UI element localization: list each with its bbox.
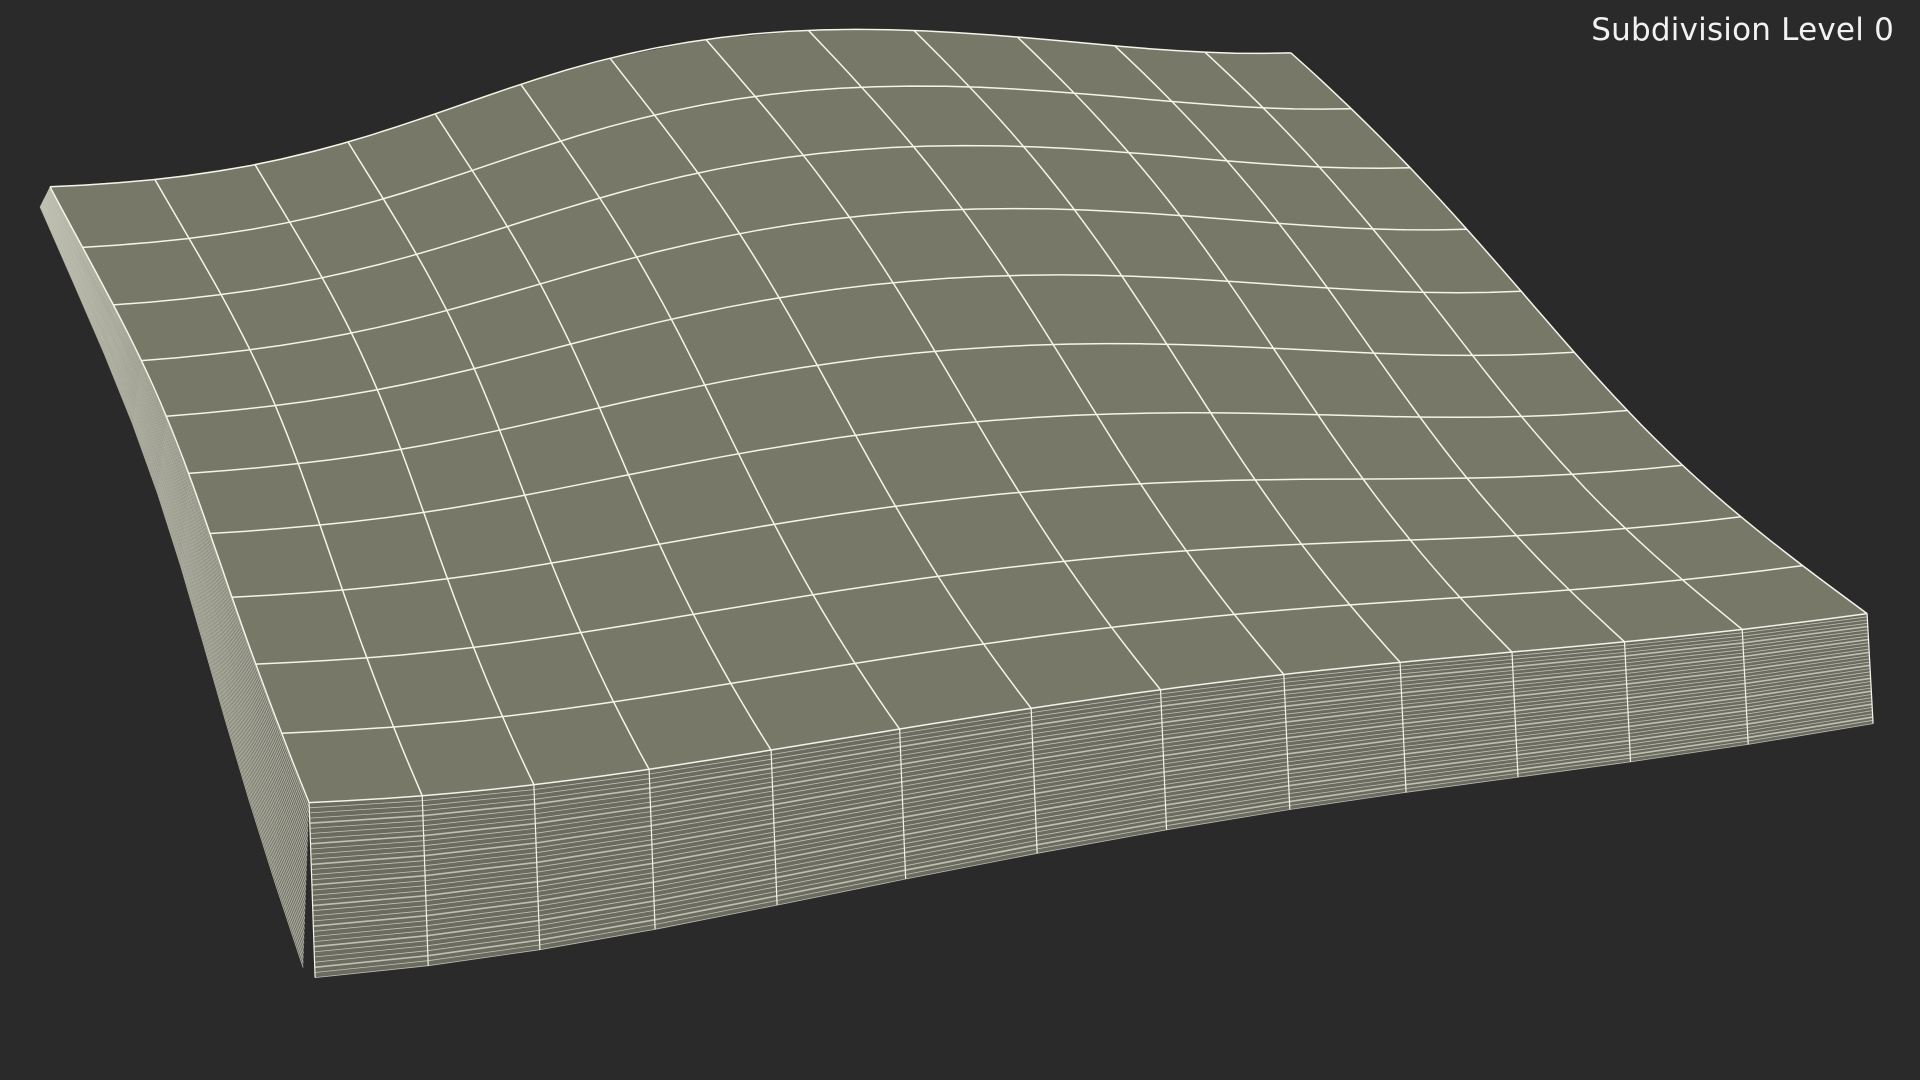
mesh-face bbox=[188, 463, 320, 534]
subdivision-level-label: Subdivision Level 0 bbox=[1591, 12, 1894, 48]
mesh-face bbox=[210, 525, 343, 598]
viewport-canvas[interactable] bbox=[0, 0, 1920, 1080]
3d-viewport[interactable]: Subdivision Level 0 bbox=[0, 0, 1920, 1080]
mesh-face bbox=[166, 405, 299, 474]
